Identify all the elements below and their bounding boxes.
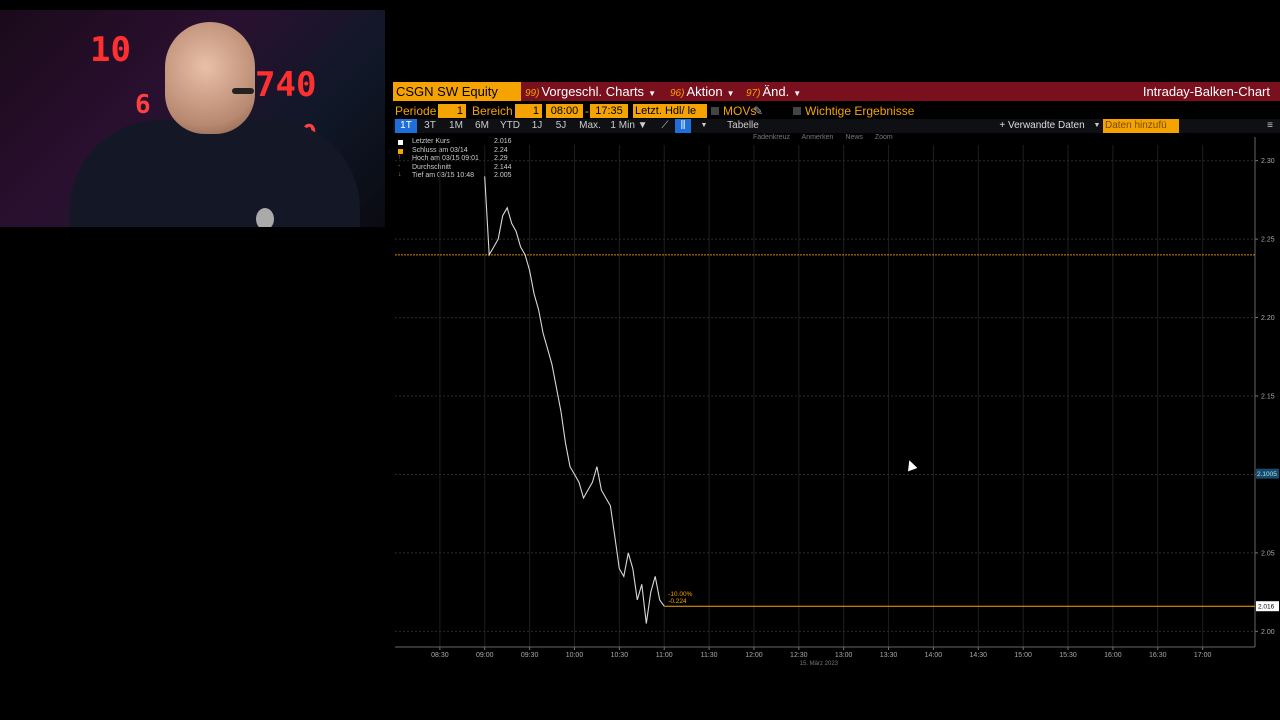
tf-1m[interactable]: 1M [445, 119, 467, 133]
tf-6m[interactable]: 6M [471, 119, 493, 133]
y-tick-label: 2.25 [1261, 237, 1275, 244]
x-tick-label: 14:00 [925, 652, 943, 659]
x-tick-label: 09:00 [476, 652, 494, 659]
end-time-input[interactable]: 17:35 [590, 104, 628, 118]
x-tick-label: 08:30 [431, 652, 449, 659]
tf-ytd[interactable]: YTD [497, 119, 523, 133]
webcam-ticker-number: 10 [90, 30, 131, 70]
x-tick-label: 12:30 [790, 652, 808, 659]
x-tick-label: 11:00 [656, 652, 673, 659]
webcam-overlay: 10 740 6 130 [0, 10, 385, 227]
x-tick-label: 17:00 [1194, 652, 1212, 659]
x-tick-label: 16:30 [1149, 652, 1167, 659]
pct-change-label: -10.00% [668, 591, 692, 598]
menu-aend[interactable]: 97) Änd. ▼ [746, 82, 801, 101]
menu-vorgeschl-charts[interactable]: 99) Vorgeschl. Charts ▼ [525, 82, 656, 101]
pendant-icon [256, 208, 274, 227]
pencil-icon[interactable]: ✎ [753, 103, 763, 119]
movs-checkbox[interactable] [711, 107, 719, 115]
bereich-input[interactable]: 1 [515, 104, 542, 118]
wichtige-label: Wichtige Ergebnisse [805, 104, 915, 118]
menu-number: 99) [525, 88, 540, 99]
chevron-down-icon: ▼ [648, 89, 656, 98]
tabelle-button[interactable]: Tabelle [723, 119, 763, 133]
x-tick-label: 15:00 [1014, 652, 1032, 659]
menu-label: Vorgeschl. Charts [541, 84, 645, 99]
tf-1j[interactable]: 1J [527, 119, 547, 133]
movs-label: MOVs [723, 104, 757, 118]
menu-icon[interactable]: ≡ [1265, 119, 1275, 133]
y-tick-label: 2.15 [1261, 394, 1275, 401]
presenter-body [70, 120, 360, 227]
date-label: 15. März 2023 [800, 661, 839, 665]
chevron-down-icon: ▼ [726, 89, 735, 98]
y-tick-label: 2.00 [1261, 629, 1275, 636]
tf-interval-select[interactable]: 1 Min ▼ [609, 119, 649, 133]
tf-5j[interactable]: 5J [551, 119, 571, 133]
webcam-ticker-number: 6 [135, 90, 151, 120]
y-tick-label: 2.20 [1261, 315, 1275, 322]
time-range-dash: - [585, 104, 589, 118]
x-tick-label: 13:00 [835, 652, 853, 659]
x-tick-label: 10:30 [611, 652, 629, 659]
line-chart-icon[interactable]: ⟋ [657, 119, 673, 133]
timeframe-bar: 1T 3T 1M 6M YTD 1J 5J Max. 1 Min ▼ ⟋ ⫼ ▼… [393, 119, 1280, 133]
tf-3t[interactable]: 3T [419, 119, 441, 133]
periode-label: Periode [395, 104, 437, 118]
menu-number: 97) [746, 88, 761, 99]
tf-1t[interactable]: 1T [395, 119, 417, 133]
price-field-select[interactable]: Letzt. Hdl/ le [633, 104, 707, 118]
x-tick-label: 10:00 [566, 652, 584, 659]
bar-chart-icon[interactable]: ⫼ [675, 119, 691, 133]
top-toolbar: CSGN SW Equity 99) Vorgeschl. Charts ▼ 96)… [393, 82, 1280, 101]
x-tick-label: 09:30 [521, 652, 539, 659]
x-tick-label: 13:30 [880, 652, 898, 659]
x-tick-label: 15:30 [1059, 652, 1077, 659]
x-tick-label: 11:30 [701, 652, 718, 659]
bereich-label: Bereich [472, 104, 513, 118]
x-tick-label: 14:30 [970, 652, 988, 659]
settings-bar: Periode 1 Bereich 1 08:00 - 17:35 Letzt.… [393, 103, 1280, 119]
wichtige-checkbox[interactable] [793, 107, 801, 115]
chart-type-title: Intraday-Balken-Chart [1142, 84, 1270, 99]
last-price-label: 2.016 [1258, 604, 1275, 611]
chevron-down-icon[interactable]: ▼ [699, 119, 709, 133]
intraday-chart[interactable]: 08:30 09:00 09:30 10:00 10:30 11:00 11:30 12:00… [393, 135, 1280, 665]
ticker-field[interactable]: CSGN SW Equity [393, 82, 521, 101]
webcam-ticker-number: 740 [255, 65, 317, 105]
chevron-down-icon: ▼ [793, 89, 802, 98]
y-tick-label: 2.05 [1261, 550, 1275, 557]
tf-max[interactable]: Max. [577, 119, 603, 133]
daten-hinzufuegen-input[interactable]: Daten hinzufü [1103, 119, 1179, 133]
chevron-down-icon[interactable]: ▼ [1093, 119, 1101, 133]
x-tick-label: 12:00 [745, 652, 763, 659]
y-tick-label: 2.30 [1261, 158, 1275, 165]
verwandte-daten-button[interactable]: + Verwandte Daten [991, 119, 1093, 133]
headset-mic-icon [232, 88, 254, 94]
abs-change-label: -0.224 [668, 598, 687, 605]
menu-label: Änd. [762, 84, 790, 99]
start-time-input[interactable]: 08:00 [546, 104, 583, 118]
menu-number: 96) [670, 88, 685, 99]
menu-aktion[interactable]: 96) Aktion ▼ [670, 82, 735, 101]
periode-input[interactable]: 1 [438, 104, 466, 118]
presenter-head [165, 22, 255, 134]
x-tick-label: 16:00 [1104, 652, 1122, 659]
cursor-value-label: 2.1005 [1257, 471, 1277, 478]
menu-label: Aktion [686, 84, 723, 99]
